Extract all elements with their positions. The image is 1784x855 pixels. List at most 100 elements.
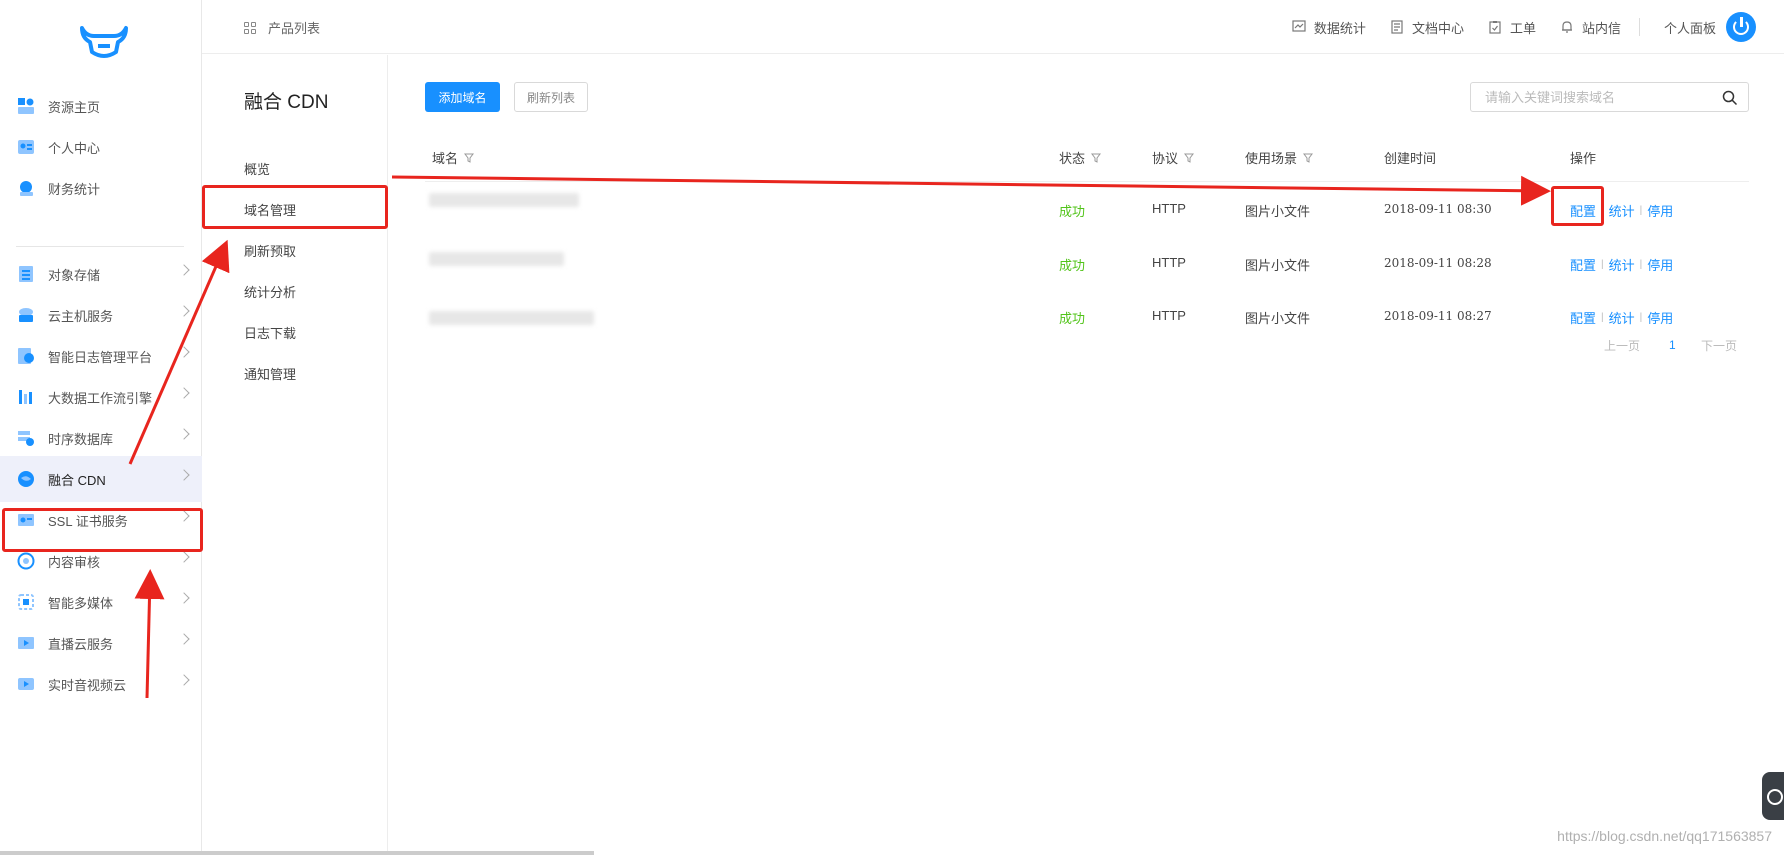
stats-link[interactable]: 统计 [1609, 255, 1635, 274]
pagination-current-page[interactable]: 1 [1669, 338, 1676, 352]
submenu-item-statistics[interactable]: 统计分析 [244, 282, 296, 301]
row-actions: 配置 | 统计 | 停用 [1570, 201, 1673, 220]
action-separator: | [1639, 205, 1643, 216]
blurred-domain [429, 193, 579, 207]
sidebar-item-live-cloud[interactable]: 直播云服务 [0, 620, 202, 666]
config-link[interactable]: 配置 [1570, 308, 1596, 327]
sidebar-item-label: 内容审核 [48, 554, 101, 570]
column-header-protocol[interactable]: 协议 [1152, 148, 1195, 167]
sidebar-item-label: 时序数据库 [48, 431, 114, 447]
header-link-data-stats[interactable]: 数据统计 [1292, 18, 1366, 37]
submenu-item-log-download[interactable]: 日志下载 [244, 323, 296, 342]
product-list-button[interactable]: 产品列表 [244, 18, 320, 37]
disable-link[interactable]: 停用 [1647, 308, 1673, 327]
sidebar-item-rtc[interactable]: 实时音视频云 [0, 661, 202, 707]
column-header-actions: 操作 [1570, 148, 1596, 167]
action-separator: | [1601, 259, 1604, 270]
sidebar-item-finance[interactable]: 财务统计 [0, 165, 202, 211]
log-platform-icon [16, 346, 36, 366]
header-link-messages[interactable]: 站内信 [1560, 18, 1621, 37]
action-separator: | [1601, 205, 1604, 216]
sidebar-item-label: 财务统计 [48, 181, 101, 197]
blurred-domain [429, 252, 564, 266]
submenu-item-refresh-prefetch[interactable]: 刷新预取 [244, 241, 296, 260]
scene-cell: 图片小文件 [1245, 204, 1311, 219]
filter-icon[interactable] [1091, 153, 1102, 163]
cdn-submenu: 融合 CDN 概览 域名管理 刷新预取 统计分析 日志下载 通知管理 [202, 55, 388, 855]
personal-center-icon [16, 137, 36, 157]
chart-icon [1292, 20, 1306, 32]
resource-home-icon [16, 96, 36, 116]
protocol-cell: HTTP [1152, 308, 1186, 323]
disable-link[interactable]: 停用 [1647, 255, 1673, 274]
chevron-right-icon [178, 469, 190, 481]
filter-icon[interactable] [464, 153, 475, 163]
personal-panel-link[interactable]: 个人面板 [1664, 18, 1716, 37]
refresh-list-button[interactable]: 刷新列表 [514, 82, 588, 112]
pagination-next[interactable]: 下一页 [1701, 337, 1737, 354]
column-header-status[interactable]: 状态 [1059, 148, 1102, 167]
sidebar-item-bigdata-workflow[interactable]: 大数据工作流引擎 [0, 374, 202, 420]
header-link-label: 工单 [1509, 20, 1536, 36]
chevron-right-icon [178, 633, 190, 645]
sidebar-item-label: 智能多媒体 [48, 595, 114, 611]
submenu-item-notifications[interactable]: 通知管理 [244, 364, 296, 383]
submenu-item-overview[interactable]: 概览 [244, 159, 270, 178]
protocol-cell: HTTP [1152, 255, 1186, 270]
sidebar-item-cloud-host[interactable]: 云主机服务 [0, 292, 202, 338]
submenu-item-domain-management[interactable]: 域名管理 [244, 200, 296, 219]
sidebar-item-label: 资源主页 [48, 99, 101, 115]
disable-link[interactable]: 停用 [1647, 201, 1673, 220]
column-header-label: 创建时间 [1384, 151, 1437, 166]
bell-icon [1561, 21, 1572, 33]
live-cloud-icon [16, 633, 36, 653]
sidebar-item-label: 智能日志管理平台 [48, 349, 153, 365]
multimedia-icon [16, 592, 36, 612]
bigdata-workflow-icon [16, 387, 36, 407]
config-link[interactable]: 配置 [1570, 201, 1596, 220]
submenu-title: 融合 CDN [244, 92, 329, 113]
sidebar-item-log-platform[interactable]: 智能日志管理平台 [0, 333, 202, 379]
content-review-icon [16, 551, 36, 571]
filter-icon[interactable] [1184, 153, 1195, 163]
column-header-label: 域名 [432, 151, 459, 166]
column-header-label: 协议 [1152, 151, 1179, 166]
sidebar-item-multimedia[interactable]: 智能多媒体 [0, 579, 202, 625]
table-header-divider [425, 181, 1749, 182]
personal-panel-label: 个人面板 [1663, 20, 1716, 36]
ticket-icon [1489, 21, 1501, 34]
stats-link[interactable]: 统计 [1609, 308, 1635, 327]
chevron-right-icon [178, 551, 190, 563]
sidebar-item-personal-center[interactable]: 个人中心 [0, 124, 202, 170]
header-link-ticket[interactable]: 工单 [1488, 18, 1536, 37]
column-header-label: 状态 [1059, 151, 1086, 166]
bull-head-logo[interactable] [76, 22, 132, 62]
sidebar-item-resource-home[interactable]: 资源主页 [0, 83, 202, 129]
sidebar-item-label: SSL 证书服务 [48, 513, 128, 529]
sidebar-item-cdn[interactable]: 融合 CDN [0, 456, 202, 502]
horizontal-scrollbar[interactable] [0, 851, 594, 855]
column-header-scene[interactable]: 使用场景 [1245, 148, 1314, 167]
row-actions: 配置 | 统计 | 停用 [1570, 255, 1673, 274]
domain-search-input[interactable] [1485, 90, 1705, 105]
stats-link[interactable]: 统计 [1609, 201, 1635, 220]
pagination-prev[interactable]: 上一页 [1604, 337, 1640, 354]
floating-widget-tab[interactable] [1762, 772, 1784, 820]
sidebar-item-content-review[interactable]: 内容审核 [0, 538, 202, 584]
search-icon[interactable] [1722, 90, 1738, 106]
domain-search-box [1470, 82, 1749, 112]
power-avatar-icon[interactable] [1726, 12, 1756, 42]
created-time-cell: 2018-09-11 08:27 [1384, 309, 1492, 323]
filter-icon[interactable] [1303, 153, 1314, 163]
header-link-docs[interactable]: 文档中心 [1390, 18, 1464, 37]
sidebar-item-tsdb[interactable]: 时序数据库 [0, 415, 202, 461]
sidebar-item-ssl[interactable]: SSL 证书服务 [0, 497, 202, 543]
scene-cell: 图片小文件 [1245, 311, 1311, 326]
cdn-icon [16, 469, 36, 489]
sidebar-item-object-storage[interactable]: 对象存储 [0, 251, 202, 297]
config-link[interactable]: 配置 [1570, 255, 1596, 274]
column-header-domain[interactable]: 域名 [432, 148, 475, 167]
add-domain-button[interactable]: 添加域名 [425, 82, 500, 112]
scene-cell: 图片小文件 [1245, 258, 1311, 273]
chevron-right-icon [178, 305, 190, 317]
